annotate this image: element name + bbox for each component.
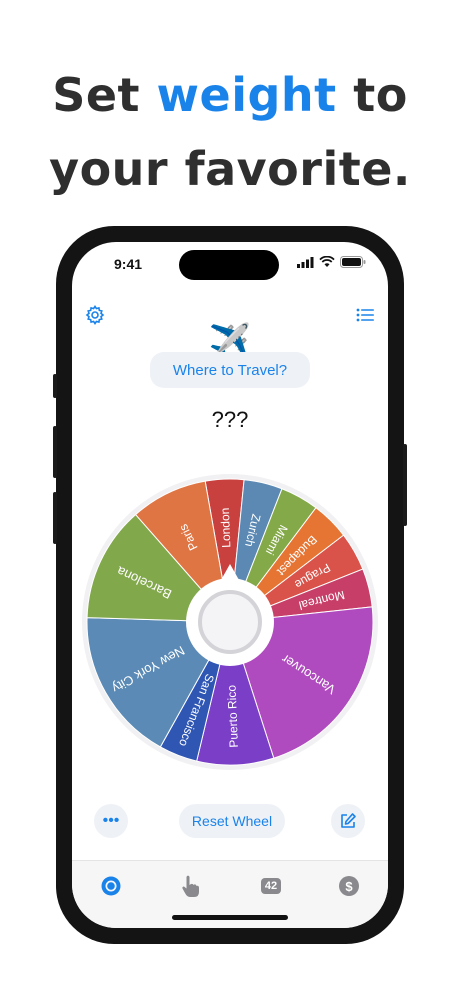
status-time: 9:41 [114,256,143,272]
spin-result: ??? [211,407,249,432]
reset-wheel-button[interactable]: Reset Wheel [179,804,285,838]
headline-accent: weight [156,68,337,122]
side-button [53,374,57,398]
spin-wheel-icon [101,876,121,896]
phone-frame: 9:41 ✈️ Where to Travel? ??? London Zuric… [53,226,407,944]
wheel-segment-label: London [218,507,234,548]
dynamic-island [179,250,279,280]
headline-prefix: Set [52,68,157,122]
settings-button[interactable] [84,304,106,326]
volume-down-button [53,492,57,544]
wheel-title-button[interactable]: Where to Travel? [150,352,310,388]
tab-numbers[interactable]: 42 [256,871,286,901]
list-icon [356,308,374,322]
headline-suffix: to [336,68,408,122]
home-indicator [172,915,288,920]
battery-icon [340,256,366,268]
wheel-segment-label: Puerto Rico [225,684,241,748]
number-badge-icon: 42 [260,878,282,894]
edit-button[interactable] [331,804,365,838]
status-icons [297,256,366,268]
dollar-icon: $ [339,876,359,896]
tab-wheel[interactable] [96,871,126,901]
tab-premium[interactable]: $ [334,871,364,901]
gear-icon [85,305,105,325]
wheel-spin-button[interactable] [198,590,262,654]
tap-hand-icon [182,875,199,897]
power-button [403,444,407,526]
signal-icon [297,256,314,268]
app-screen: 9:41 ✈️ Where to Travel? ??? London Zuric… [72,242,388,928]
list-button[interactable] [354,304,376,326]
wifi-icon [319,256,335,267]
tab-tap[interactable] [176,871,206,901]
volume-up-button [53,426,57,478]
more-button[interactable]: ••• [94,804,128,838]
edit-icon [341,813,356,828]
headline-line2: your favorite. [49,142,411,196]
marketing-headline: Set weight to your favorite. [0,58,460,206]
spin-wheel[interactable]: London Zurich MiamiBudapestPragueMontrealV… [80,472,380,772]
